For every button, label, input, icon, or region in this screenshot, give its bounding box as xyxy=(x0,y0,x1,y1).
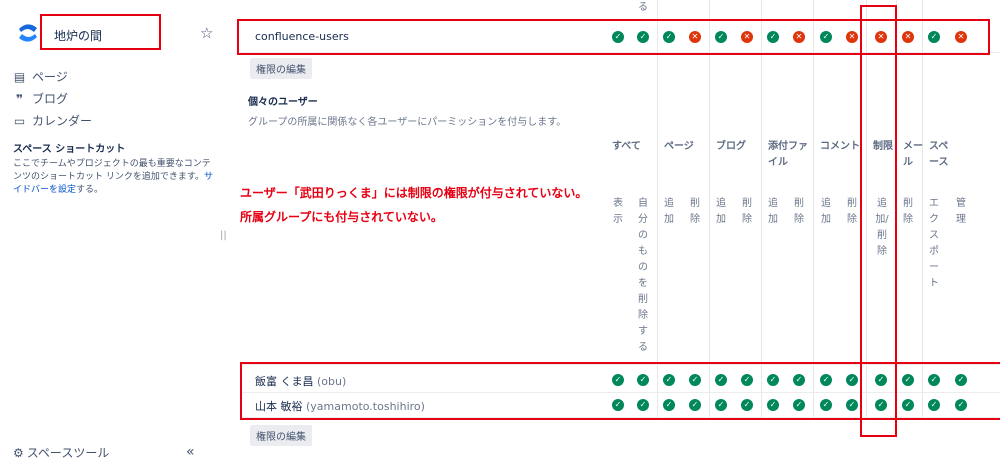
highlight-user-rows xyxy=(240,362,1000,420)
column-group-header: コメント xyxy=(820,141,860,152)
column-sub-header: 削除 xyxy=(690,198,700,225)
gear-icon: ⚙ xyxy=(13,445,24,460)
column-sub-header: エクスポート xyxy=(929,198,939,289)
column-sub-header: 自分のものを削除する xyxy=(638,198,648,353)
column-sub-header: 削除 xyxy=(903,198,913,225)
column-sub-header: 表示 xyxy=(613,198,623,225)
column-group-header: メール xyxy=(903,141,923,168)
column-group-header: スペース xyxy=(929,141,949,168)
highlight-space-title xyxy=(40,14,161,50)
shortcut-description: ここでチームやプロジェクトの最も重要なコンテンツのショートカット リンクを追加で… xyxy=(13,158,213,197)
column-divider xyxy=(709,0,710,418)
column-group-header: すべて xyxy=(612,141,641,152)
column-sub-header: 追加 xyxy=(821,198,831,225)
calendar-icon: ▭ xyxy=(13,113,26,128)
sidebar: 地炉の間 ☆ ▤ ページ ❞ ブログ ▭ カレンダー スペース ショートカット … xyxy=(0,0,227,464)
column-sub-header: 削除 xyxy=(794,198,804,225)
space-tools-button[interactable]: ⚙ スペースツール xyxy=(13,444,109,461)
individuals-heading: 個々のユーザー xyxy=(248,97,318,108)
column-sub-header: 追加 xyxy=(664,198,674,225)
column-divider xyxy=(922,0,923,418)
resize-handle[interactable]: || xyxy=(220,230,227,241)
column-divider xyxy=(657,0,658,418)
shortcut-text: ここでチームやプロジェクトの最も重要なコンテンツのショートカット リンクを追加で… xyxy=(13,159,211,182)
edit-group-permissions-button[interactable]: 権限の編集 xyxy=(250,58,312,79)
shortcut-heading: スペース ショートカット xyxy=(13,144,126,155)
annotation-line-1: ユーザー「武田りっくま」には制限の権限が付与されていない。 xyxy=(240,186,588,200)
column-sub-header: 削除 xyxy=(742,198,752,225)
shortcut-tail: する。 xyxy=(76,185,104,195)
sidebar-item-blog[interactable]: ❞ ブログ xyxy=(13,90,68,107)
individuals-description: グループの所属に関係なく各ユーザーにパーミッションを付与します。 xyxy=(248,117,567,128)
annotation-line-2: 所属グループにも付与されていない。 xyxy=(240,210,443,224)
sidebar-item-pages[interactable]: ▤ ページ xyxy=(13,68,68,85)
column-group-header: ブログ xyxy=(716,141,746,152)
column-divider xyxy=(761,0,762,418)
column-divider xyxy=(813,0,814,418)
column-sub-header: 追加 xyxy=(768,198,778,225)
column-sub-header: 追加 xyxy=(716,198,726,225)
sidebar-item-label: カレンダー xyxy=(32,114,93,128)
column-group-header: 添付ファイル xyxy=(768,141,808,168)
sidebar-item-label: ページ xyxy=(32,70,68,84)
confluence-logo-icon[interactable] xyxy=(17,20,39,46)
edit-user-permissions-button[interactable]: 権限の編集 xyxy=(250,425,312,446)
collapse-sidebar-icon[interactable]: « xyxy=(186,444,195,460)
blog-quote-icon: ❞ xyxy=(15,91,24,106)
star-icon[interactable]: ☆ xyxy=(200,24,213,42)
sidebar-item-label: ブログ xyxy=(32,92,69,106)
column-group-header: ページ xyxy=(664,141,694,152)
space-tools-label: スペースツール xyxy=(26,446,110,460)
header-fragment: る xyxy=(638,2,648,13)
sidebar-item-calendar[interactable]: ▭ カレンダー xyxy=(13,112,92,129)
column-sub-header: 削除 xyxy=(847,198,857,225)
column-sub-header: 管理 xyxy=(956,198,966,225)
page-icon: ▤ xyxy=(13,69,26,84)
